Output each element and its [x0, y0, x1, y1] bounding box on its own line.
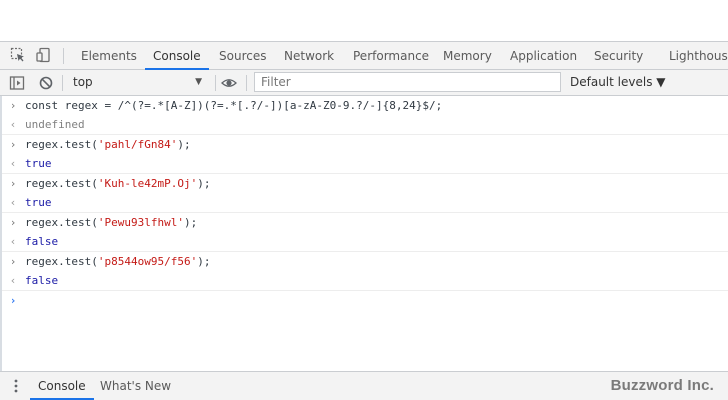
tab-performance[interactable]: Performance	[353, 42, 429, 69]
live-expression-eye-icon[interactable]	[221, 75, 237, 91]
console-output[interactable]: › const regex = /^(?=.*[A-Z])(?=.*[.?/-]…	[0, 96, 728, 371]
tab-bar-divider	[63, 48, 64, 64]
tab-memory[interactable]: Memory	[443, 42, 492, 69]
console-result: false	[25, 274, 59, 287]
console-code: regex.test('Pewu93lfhwl');	[25, 216, 198, 229]
execution-context-value: top	[73, 75, 93, 89]
input-chevron-icon: ›	[9, 99, 17, 112]
console-input-line: › regex.test('pahl/fGn84');	[2, 135, 728, 154]
input-chevron-icon: ›	[9, 177, 17, 190]
console-result: true	[25, 157, 52, 170]
tab-console[interactable]: Console	[145, 42, 209, 70]
console-result-line: ‹ true	[2, 193, 728, 213]
console-code: const regex = /^(?=.*[A-Z])(?=.*[.?/-])[…	[25, 99, 443, 112]
console-result-line: ‹ true	[2, 154, 728, 174]
console-prompt[interactable]: ›	[2, 291, 728, 310]
clear-console-icon[interactable]	[38, 75, 54, 91]
console-code: regex.test('p8544ow95/f56');	[25, 255, 211, 268]
tab-security[interactable]: Security	[594, 42, 643, 69]
toolbar-divider	[246, 75, 247, 91]
console-code: regex.test('pahl/fGn84');	[25, 138, 191, 151]
sidebar-toggle-icon[interactable]	[9, 75, 25, 91]
tab-application[interactable]: Application	[510, 42, 577, 69]
tab-lighthouse[interactable]: Lighthouse	[669, 42, 728, 69]
toolbar-divider	[215, 75, 216, 91]
result-arrow-icon: ‹	[9, 118, 17, 131]
console-result-line: ‹ undefined	[2, 115, 728, 135]
drawer-menu-icon[interactable]	[13, 378, 19, 394]
input-chevron-icon: ›	[9, 255, 17, 268]
execution-context-select[interactable]: top ▼	[66, 71, 208, 93]
input-chevron-icon: ›	[9, 216, 17, 229]
console-result-line: ‹ false	[2, 271, 728, 291]
toolbar-divider	[62, 75, 63, 91]
result-arrow-icon: ‹	[9, 235, 17, 248]
chevron-down-icon: ▼	[195, 77, 202, 87]
page-blank-area	[0, 0, 728, 41]
tab-elements[interactable]: Elements	[81, 42, 137, 69]
console-result: true	[25, 196, 52, 209]
inspect-element-icon[interactable]	[10, 47, 26, 63]
result-arrow-icon: ‹	[9, 157, 17, 170]
console-input-line: › regex.test('Pewu93lfhwl');	[2, 213, 728, 232]
devtools-drawer: Console What's New Buzzword Inc.	[0, 371, 728, 400]
drawer-tab-whats-new[interactable]: What's New	[100, 372, 171, 400]
watermark-text: Buzzword Inc.	[610, 377, 714, 394]
log-levels-dropdown[interactable]: Default levels ▼	[570, 70, 666, 95]
console-result-line: ‹ false	[2, 232, 728, 252]
prompt-chevron-icon: ›	[9, 294, 17, 307]
tab-network[interactable]: Network	[284, 42, 334, 69]
console-toolbar: top ▼ Default levels ▼	[0, 70, 728, 96]
result-arrow-icon: ‹	[9, 196, 17, 209]
filter-input[interactable]	[254, 72, 561, 92]
input-chevron-icon: ›	[9, 138, 17, 151]
console-code: regex.test('Kuh-le42mP.Oj');	[25, 177, 211, 190]
drawer-tab-console[interactable]: Console	[30, 372, 94, 400]
console-result: undefined	[25, 118, 85, 131]
devtools-tab-bar: Elements Console Sources Network Perform…	[0, 41, 728, 70]
console-input-line: › regex.test('Kuh-le42mP.Oj');	[2, 174, 728, 193]
result-arrow-icon: ‹	[9, 274, 17, 287]
console-input-line: › const regex = /^(?=.*[A-Z])(?=.*[.?/-]…	[2, 96, 728, 115]
console-input-line: › regex.test('p8544ow95/f56');	[2, 252, 728, 271]
tab-sources[interactable]: Sources	[219, 42, 266, 69]
console-result: false	[25, 235, 59, 248]
device-toggle-icon[interactable]	[36, 47, 52, 63]
